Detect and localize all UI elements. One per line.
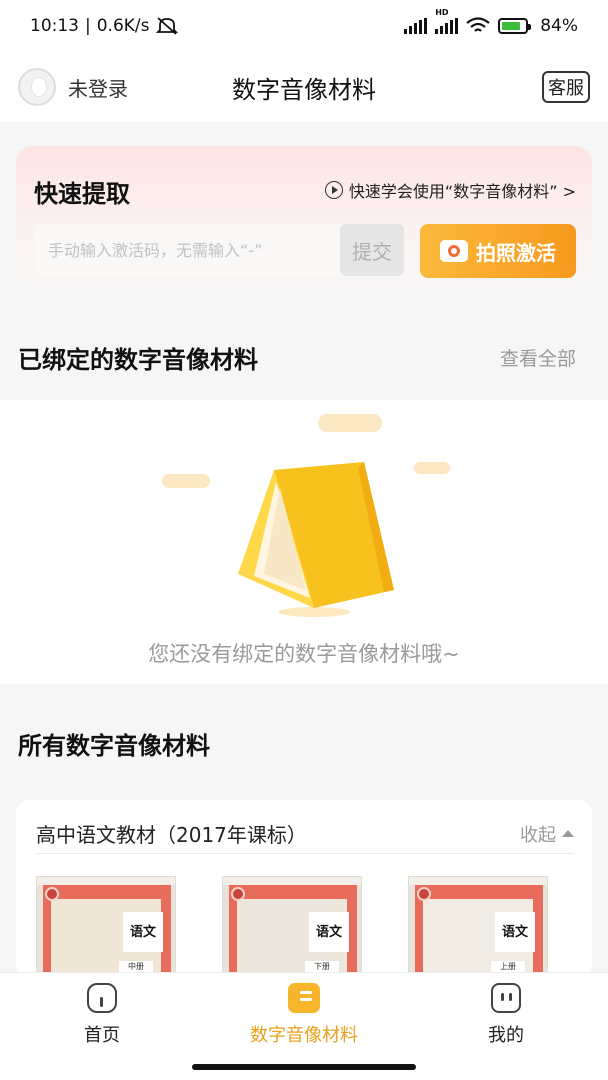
book-cover-title: 语文 [123,912,163,952]
nav-label-materials: 数字音像材料 [250,1025,358,1046]
seal-icon [45,887,59,901]
materials-group-name: 高中语文教材（2017年课标） [36,823,307,847]
quick-extract-title: 快速提取 [34,180,130,208]
book-cover[interactable]: 语文 中册 [36,876,176,976]
status-left: 10:13 | 0.6K/s [30,16,178,36]
nav-label-me: 我的 [488,1025,524,1046]
play-circle-icon [324,181,343,199]
status-time: 10:13 [30,16,79,36]
login-status[interactable]: 未登录 [68,73,128,102]
signal-hd-icon: HD [435,8,459,34]
photo-activate-button[interactable]: 拍照激活 [420,224,576,278]
home-indicator [192,1064,416,1070]
battery-icon [498,18,532,34]
view-all-link[interactable]: 查看全部 [500,344,576,371]
collapse-button[interactable]: 收起 [520,821,574,847]
cloud-decoration [318,414,382,432]
activation-code-input[interactable] [34,224,356,276]
submit-button[interactable]: 提交 [340,224,404,276]
battery-level: 84% [540,16,578,36]
nav-item-materials[interactable]: 数字音像材料 [224,983,384,1047]
seal-icon [417,887,431,901]
help-link[interactable]: 快速学会使用“数字音像材料” > [324,178,576,202]
bound-section-header: 已绑定的数字音像材料 查看全部 [18,340,576,375]
book-icon [288,983,320,1013]
status-bar: 10:13 | 0.6K/s HD 84% [0,0,608,52]
help-link-label: 快速学会使用“数字音像材料” > [348,182,576,201]
cloud-decoration [162,474,210,488]
wifi-icon [466,17,490,32]
hd-label: HD [435,8,449,17]
book-cover-title: 语文 [309,912,349,952]
triangle-up-icon [562,830,574,837]
camera-icon [440,240,468,262]
all-materials-title: 所有数字音像材料 [18,732,210,760]
status-right: HD 84% [404,8,578,36]
mute-icon [155,17,178,35]
bound-section-title: 已绑定的数字音像材料 [18,346,258,374]
materials-group-card: 高中语文教材（2017年课标） 收起 语文 中册 语文 下册 语文 上册 [16,800,592,976]
home-icon [87,983,117,1013]
collapse-label: 收起 [520,824,556,846]
customer-service-button[interactable]: 客服 [542,71,590,103]
nav-item-me[interactable]: 我的 [426,983,586,1047]
cloud-decoration [414,462,450,474]
nav-item-home[interactable]: 首页 [22,983,182,1047]
empty-message: 您还没有绑定的数字音像材料哦~ [148,642,460,666]
app-header: 未登录 数字音像材料 客服 [0,52,608,122]
book-cover[interactable]: 语文 上册 [408,876,548,976]
materials-group-header: 高中语文教材（2017年课标） 收起 [36,814,574,854]
photo-activate-label: 拍照激活 [476,240,556,265]
empty-state: 您还没有绑定的数字音像材料哦~ [0,400,608,684]
status-divider: | [85,16,91,36]
quick-extract-card: 快速提取 快速学会使用“数字音像材料” > 提交 拍照激活 [16,146,592,290]
nav-label-home: 首页 [84,1025,120,1046]
avatar[interactable] [18,68,56,106]
profile-icon [491,983,521,1013]
network-speed: 0.6K/s [96,16,150,36]
empty-book-illustration [238,462,394,617]
signal-icon [404,18,428,34]
seal-icon [231,887,245,901]
book-cover-title: 语文 [495,912,535,952]
book-cover[interactable]: 语文 下册 [222,876,362,976]
